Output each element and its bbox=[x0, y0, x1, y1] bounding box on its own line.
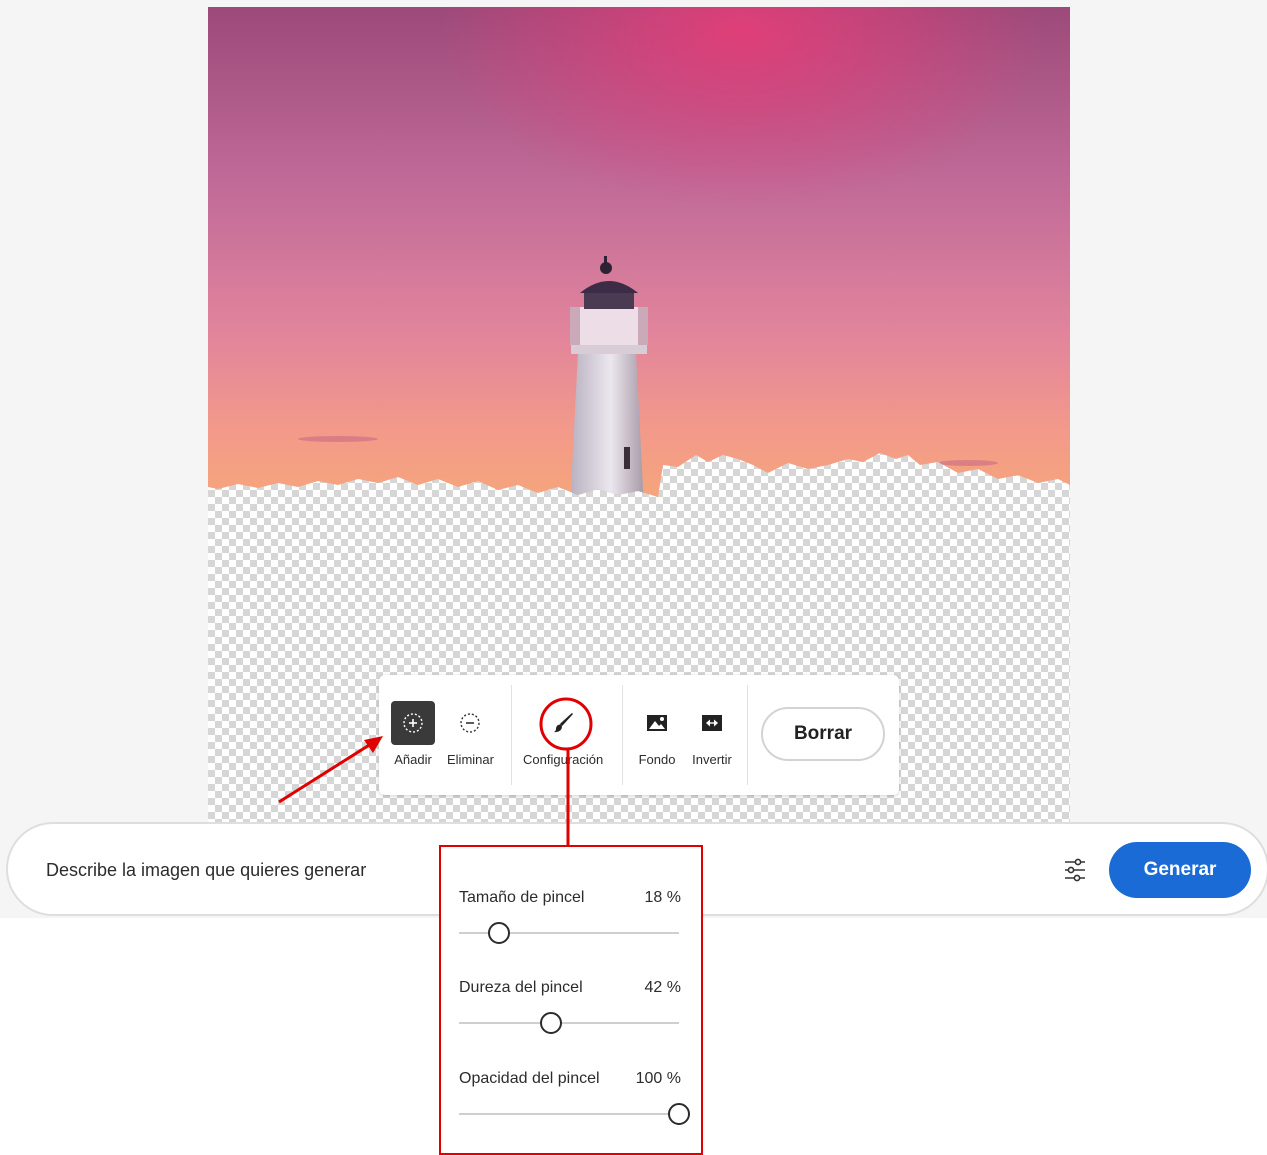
brush-opacity-thumb[interactable] bbox=[668, 1103, 690, 1125]
brush-hardness-value: 42 % bbox=[644, 979, 681, 996]
brush-hardness-thumb[interactable] bbox=[540, 1012, 563, 1034]
brush-opacity-label: Opacidad del pincel bbox=[459, 1070, 600, 1087]
tool-background-label: Fondo bbox=[638, 752, 676, 767]
brush-size-label: Tamaño de pincel bbox=[459, 889, 585, 906]
brush-settings-panel: Tamaño de pincel 18 % Dureza del pincel … bbox=[439, 845, 703, 1155]
sliders-icon[interactable] bbox=[1063, 857, 1087, 888]
invert-icon bbox=[690, 701, 734, 745]
subtract-selection-icon bbox=[448, 701, 492, 745]
tool-subtract-label: Eliminar bbox=[447, 752, 494, 767]
tool-background[interactable]: Fondo bbox=[635, 701, 679, 767]
brush-size-thumb[interactable] bbox=[487, 922, 510, 944]
clear-button[interactable]: Borrar bbox=[761, 707, 885, 761]
add-selection-icon bbox=[391, 701, 435, 745]
tool-add[interactable]: Añadir bbox=[391, 701, 435, 767]
toolbar-divider bbox=[747, 685, 748, 785]
image-icon bbox=[635, 701, 679, 745]
tool-subtract[interactable]: Eliminar bbox=[447, 701, 494, 767]
brush-opacity-value: 100 % bbox=[635, 1070, 681, 1087]
generate-button[interactable]: Generar bbox=[1109, 842, 1251, 898]
brush-hardness-track[interactable] bbox=[459, 1022, 679, 1024]
toolbar-divider bbox=[511, 685, 512, 785]
brush-hardness-label: Dureza del pincel bbox=[459, 979, 583, 996]
selection-toolbar: Añadir Eliminar Configuración Fondo Inve… bbox=[379, 675, 899, 795]
tool-invert[interactable]: Invertir bbox=[690, 701, 734, 767]
toolbar-divider bbox=[622, 685, 623, 785]
brush-opacity-track[interactable] bbox=[459, 1113, 679, 1115]
tool-brush-settings-label: Configuración bbox=[523, 752, 604, 767]
brush-size-value: 18 % bbox=[644, 889, 681, 906]
tool-add-label: Añadir bbox=[394, 752, 432, 767]
tool-invert-label: Invertir bbox=[692, 752, 732, 767]
brush-icon bbox=[541, 701, 585, 745]
tool-brush-settings[interactable]: Configuración bbox=[523, 701, 603, 767]
